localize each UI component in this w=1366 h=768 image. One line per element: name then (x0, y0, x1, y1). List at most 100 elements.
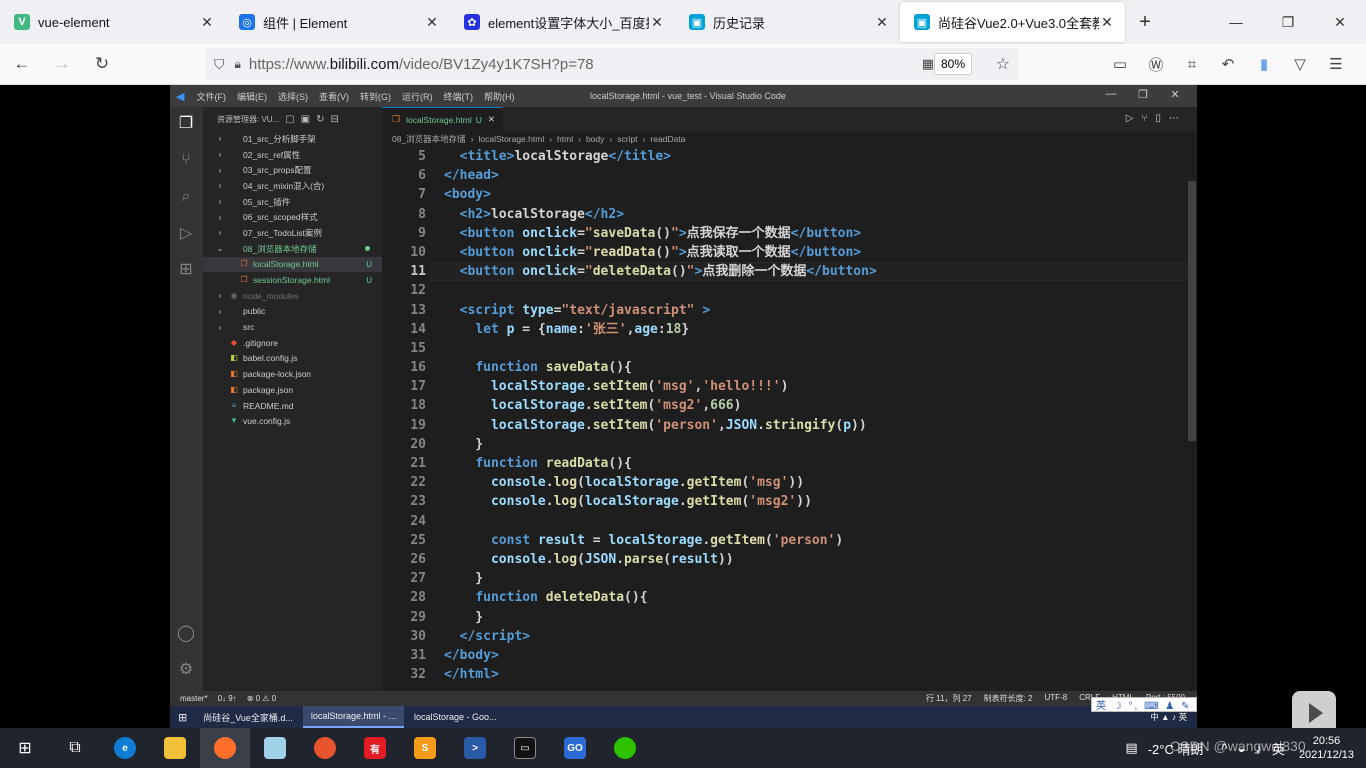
url-bar[interactable]: ⛉ 🔒︎ https://www.bilibili.com/video/BV1Z… (206, 48, 1018, 80)
terminal-icon[interactable]: ▭ (500, 728, 550, 768)
code-editor[interactable]: 5 6 7 8 9 10 11 12 13 14 15 16 17 18 19 20 21 22 23 24 25 26 2… (382, 147, 1197, 691)
menu-item[interactable]: 运行(R) (402, 92, 433, 102)
tree-folder[interactable]: › 04_src_mixin混入(合) (203, 178, 382, 194)
close-icon[interactable]: ✕ (1314, 0, 1366, 44)
tree-file[interactable]: ▼ vue.config.js (203, 413, 382, 429)
goland-icon[interactable]: GO (550, 728, 600, 768)
menu-item[interactable]: 文件(F) (196, 92, 226, 102)
browser-tab[interactable]: ◎ 组件 | Element ✕ (225, 0, 450, 44)
tree-file[interactable]: ❒ sessionStorage.html U (203, 272, 382, 288)
crop-icon[interactable]: ⌗ (1174, 48, 1210, 80)
editor-actions[interactable]: ▷⑂▯⋯ (1126, 113, 1187, 124)
forward-button[interactable]: → (44, 48, 80, 80)
weather-icon[interactable]: ▤ (1125, 740, 1137, 756)
menu-item[interactable]: 查看(V) (319, 92, 349, 102)
back-button[interactable]: ← (4, 48, 40, 80)
search-icon[interactable]: ⌕ (176, 187, 196, 207)
powershell-icon[interactable]: > (450, 728, 500, 768)
bookmark-star-icon[interactable]: ☆ (996, 54, 1010, 74)
browser-tab[interactable]: ▣ 历史记录 ✕ (675, 0, 900, 44)
close-tab-icon[interactable]: ✕ (424, 14, 440, 31)
breadcrumb-item[interactable]: 08_浏览器本地存储 (392, 133, 466, 145)
browser-tab[interactable]: Vvue-element ✕ (0, 0, 225, 44)
minimize-icon[interactable]: — (1210, 0, 1262, 44)
shield-icon[interactable]: ⛉ (214, 56, 225, 73)
breadcrumb-item[interactable]: readData (650, 134, 685, 144)
settings-gear-icon[interactable]: ⚙ (176, 659, 196, 679)
tree-folder[interactable]: › 03_src_props配置 (203, 162, 382, 178)
url-text[interactable]: https://www.bilibili.com/video/BV1Zy4y1K… (249, 56, 594, 73)
task-view-icon[interactable]: ⧉ (50, 728, 100, 768)
menu-item[interactable]: 转到(G) (360, 92, 391, 102)
close-tab-icon[interactable]: ✕ (649, 14, 665, 31)
tree-folder[interactable]: › src (203, 319, 382, 335)
status-item[interactable]: master* (180, 694, 208, 703)
tree-folder[interactable]: › ◉ node_modules (203, 288, 382, 304)
edge-icon[interactable]: e (100, 728, 150, 768)
menu-item[interactable]: 编辑(E) (237, 92, 267, 102)
youdao-icon[interactable]: 有 (350, 728, 400, 768)
explorer-actions[interactable]: ▢▣↻⊟ (285, 114, 345, 125)
explorer-icon[interactable]: ❐ (176, 113, 196, 133)
close-tab-icon[interactable]: ✕ (488, 114, 495, 125)
run-debug-icon[interactable]: ▷ (176, 223, 196, 243)
minimize-icon[interactable]: — (1095, 88, 1127, 101)
scrollbar-thumb[interactable] (1188, 181, 1196, 441)
app-swirl-icon[interactable] (300, 728, 350, 768)
reader-icon[interactable]: ▭ (1102, 48, 1138, 80)
close-icon[interactable]: ✕ (1159, 88, 1191, 101)
menu-item[interactable]: 终端(T) (443, 92, 473, 102)
tree-file[interactable]: ❒ localStorage.html U (203, 256, 382, 273)
tree-file[interactable]: ◧ package-lock.json (203, 366, 382, 382)
editor-tab-localstorage[interactable]: ❒ localStorage.html U ✕ (382, 107, 502, 131)
tree-file[interactable]: ◧ package.json (203, 382, 382, 398)
tree-folder[interactable]: ⌄ 08_浏览器本地存储 (203, 241, 382, 257)
breadcrumb-item[interactable]: body (586, 134, 604, 144)
sidebar-icon[interactable]: ▮ (1246, 48, 1282, 80)
editor-scrollbar[interactable] (1187, 147, 1197, 691)
wechat-icon[interactable] (600, 728, 650, 768)
zoom-level[interactable]: 80% (933, 53, 972, 75)
account-icon[interactable]: ◯ (176, 623, 196, 643)
tree-file[interactable]: ≡ README.md (203, 398, 382, 414)
status-item[interactable]: UTF-8 (1045, 693, 1068, 704)
undo-icon[interactable]: ↶ (1210, 48, 1246, 80)
tree-folder[interactable]: › 01_src_分析脚手架 (203, 131, 382, 147)
menu-item[interactable]: 帮助(H) (484, 92, 515, 102)
qr-code-icon[interactable]: ▦ (922, 56, 934, 72)
tree-folder[interactable]: › 05_src_插件 (203, 194, 382, 210)
tree-folder[interactable]: › 06_src_scoped样式 (203, 209, 382, 225)
menu-icon[interactable]: ☰ (1318, 48, 1354, 80)
tree-folder[interactable]: › 07_src_TodoList案例 (203, 225, 382, 241)
browser-tab[interactable]: ▣ 尚硅谷Vue2.0+Vue3.0全套教程✕ (900, 2, 1125, 42)
source-control-icon[interactable]: ⑂ (176, 151, 196, 171)
ime-toolbar[interactable]: 英 ☽ °, ⌨ ♟ ✎ (1091, 697, 1197, 712)
restore-icon[interactable]: ❐ (1262, 0, 1314, 44)
new-tab-button[interactable]: + (1125, 0, 1165, 44)
video-player[interactable]: ◀ 文件(F) 编辑(E) 选择(S) 查看(V) 转到(G) 运行(R) 终端(T) 帮助(… (0, 85, 1366, 735)
clock[interactable]: 20:56 2021/12/13 (1299, 734, 1354, 762)
breadcrumb-item[interactable]: localStorage.html (479, 134, 545, 144)
extension-v-icon[interactable]: ▽ (1282, 48, 1318, 80)
status-item[interactable]: 行 11，列 27 (926, 693, 972, 704)
status-item[interactable]: 0↓ 9↑ (218, 694, 237, 703)
extension-w-icon[interactable]: Ⓦ (1138, 48, 1174, 80)
file-explorer-icon[interactable] (150, 728, 200, 768)
start-icon[interactable]: ⊞ (0, 728, 50, 768)
close-tab-icon[interactable]: ✕ (874, 14, 890, 31)
status-item[interactable]: ⊗ 0 ⚠ 0 (247, 694, 276, 703)
reload-button[interactable]: ↻ (84, 48, 120, 80)
menu-item[interactable]: 选择(S) (278, 92, 308, 102)
firefox-icon[interactable] (200, 728, 250, 768)
tree-folder[interactable]: › 02_src_ref属性 (203, 147, 382, 163)
sublime-icon[interactable]: S (400, 728, 450, 768)
close-tab-icon[interactable]: ✕ (199, 14, 215, 31)
code-lines[interactable]: <title>localStorage</title> </head> <bod… (444, 147, 1184, 684)
status-item[interactable]: 制表符长度: 2 (984, 693, 1033, 704)
tree-file[interactable]: ◧ babel.config.js (203, 351, 382, 367)
tree-folder[interactable]: › public (203, 304, 382, 320)
breadcrumb-item[interactable]: script (617, 134, 637, 144)
tree-file[interactable]: ◆ .gitignore (203, 335, 382, 351)
notes-icon[interactable] (250, 728, 300, 768)
restore-icon[interactable]: ❐ (1127, 88, 1159, 101)
